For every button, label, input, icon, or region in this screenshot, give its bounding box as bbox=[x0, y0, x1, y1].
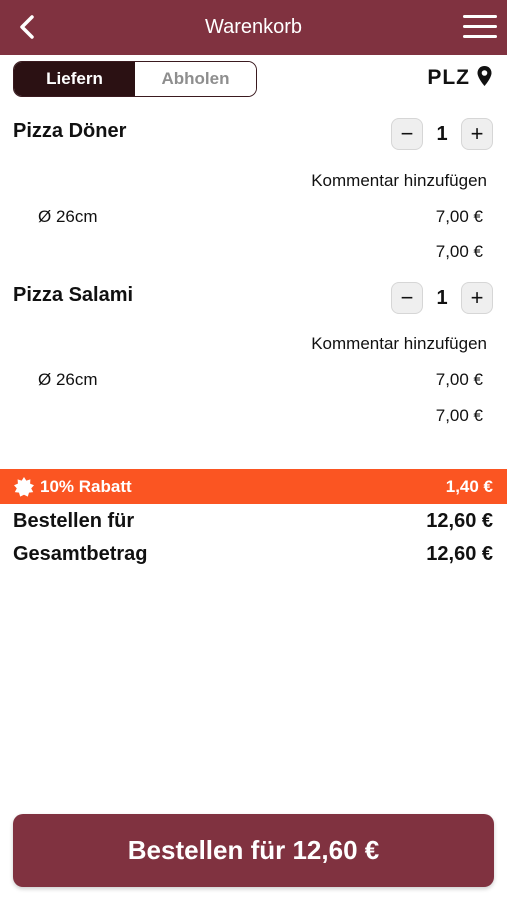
postcode-selector[interactable]: PLZ bbox=[427, 63, 493, 93]
order-for-value: 12,60 € bbox=[426, 510, 493, 532]
grand-total-value: 12,60 € bbox=[426, 543, 493, 565]
cart-item-name: Pizza Salami bbox=[13, 284, 134, 306]
add-comment-link[interactable]: Kommentar hinzufügen bbox=[311, 171, 487, 191]
page-title: Warenkorb bbox=[204, 16, 303, 38]
decrease-quantity-button[interactable]: − bbox=[391, 282, 423, 314]
quantity-stepper: − 1 + bbox=[391, 118, 493, 150]
item-size: Ø 26cm bbox=[38, 207, 98, 226]
pickup-tab[interactable]: Abholen bbox=[135, 62, 256, 96]
app-header: Warenkorb bbox=[0, 0, 507, 55]
item-total: 7,00 € bbox=[435, 242, 483, 261]
hamburger-menu-icon[interactable] bbox=[463, 15, 497, 41]
quantity-value: 1 bbox=[436, 286, 448, 309]
increase-quantity-button[interactable]: + bbox=[461, 282, 493, 314]
quantity-value: 1 bbox=[436, 122, 448, 145]
cart-item-name: Pizza Döner bbox=[13, 120, 127, 142]
increase-quantity-button[interactable]: + bbox=[461, 118, 493, 150]
quantity-stepper: − 1 + bbox=[391, 282, 493, 314]
discount-badge-icon bbox=[14, 477, 34, 497]
discount-amount: 1,40 € bbox=[445, 477, 493, 496]
item-total: 7,00 € bbox=[435, 406, 483, 425]
deliver-tab[interactable]: Liefern bbox=[14, 62, 135, 96]
delivery-mode-toggle: Liefern Abholen bbox=[13, 61, 257, 97]
decrease-quantity-button[interactable]: − bbox=[391, 118, 423, 150]
location-pin-icon bbox=[476, 65, 493, 92]
add-comment-link[interactable]: Kommentar hinzufügen bbox=[311, 334, 487, 354]
discount-label: 10% Rabatt bbox=[40, 477, 132, 496]
grand-total-label: Gesamtbetrag bbox=[13, 543, 148, 565]
item-size: Ø 26cm bbox=[38, 370, 98, 389]
postcode-label: PLZ bbox=[427, 66, 470, 89]
size-price: 7,00 € bbox=[435, 370, 483, 389]
discount-bar: 10% Rabatt 1,40 € bbox=[0, 469, 507, 504]
place-order-button[interactable]: Bestellen für 12,60 € bbox=[13, 814, 494, 887]
size-price: 7,00 € bbox=[435, 207, 483, 226]
order-for-label: Bestellen für bbox=[13, 510, 135, 532]
